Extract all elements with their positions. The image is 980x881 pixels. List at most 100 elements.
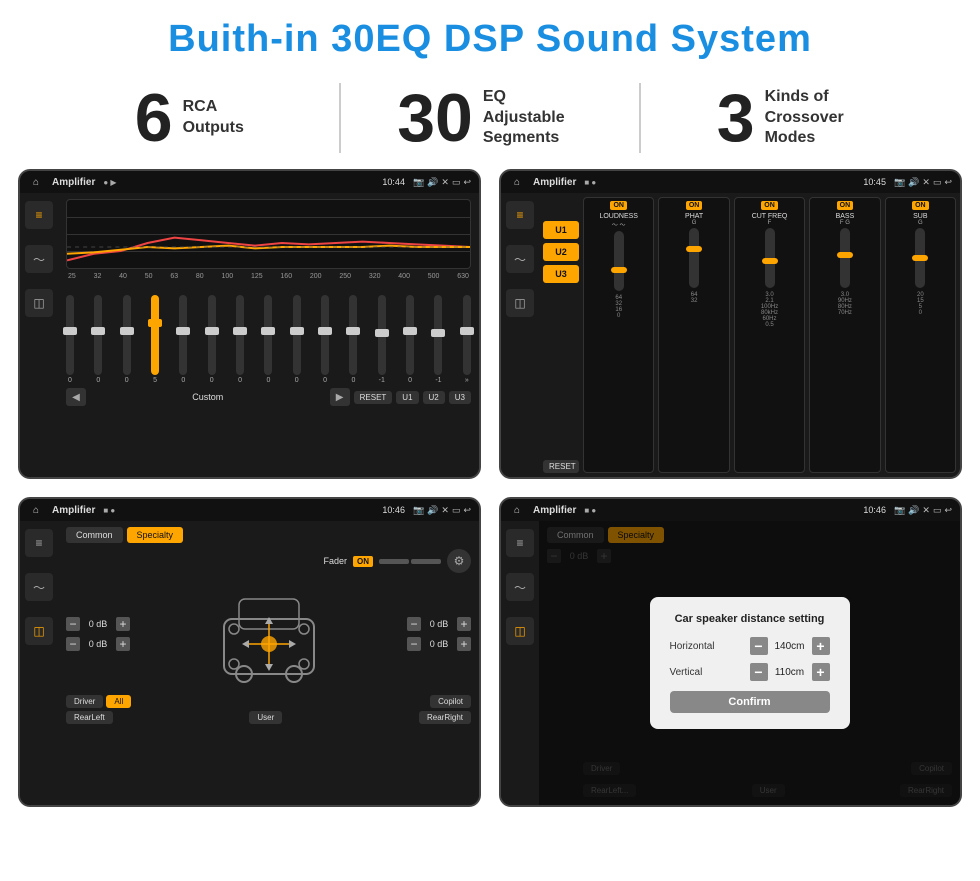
volume-icon-4: 🔊	[908, 505, 919, 516]
eq-next-btn[interactable]: ▶	[330, 388, 350, 406]
eq-slider-12[interactable]: 0	[406, 295, 414, 384]
eq-prev-btn[interactable]: ◀	[66, 388, 86, 406]
eq-slider-3[interactable]: 5	[151, 295, 159, 384]
dist-sidebar-icon-1[interactable]: ≡	[506, 529, 534, 557]
home-icon-3[interactable]: ⌂	[28, 502, 44, 518]
eq-track-2[interactable]	[123, 295, 131, 375]
back-icon-4[interactable]: ↩	[944, 505, 952, 516]
fader-rearleft-btn[interactable]: RearLeft	[66, 711, 113, 724]
eq-track-14[interactable]	[463, 295, 471, 375]
eq-reset-btn[interactable]: RESET	[354, 391, 393, 404]
cutfreq-on-badge[interactable]: ON	[761, 201, 778, 210]
bass-on-badge[interactable]: ON	[837, 201, 854, 210]
dialog-horizontal-plus[interactable]: +	[812, 637, 830, 655]
eq-track-7[interactable]	[264, 295, 272, 375]
fader-rearright-btn[interactable]: RearRight	[419, 711, 471, 724]
eq-track-11[interactable]	[378, 295, 386, 375]
fader-settings-icon[interactable]: ⚙	[447, 549, 471, 573]
eq-sidebar-icon-3[interactable]: ◫	[25, 289, 53, 317]
eq-track-3[interactable]	[151, 295, 159, 375]
back-icon-3[interactable]: ↩	[463, 505, 471, 516]
vol-minus-br[interactable]: −	[407, 637, 421, 651]
eq-slider-13[interactable]: -1	[434, 295, 442, 384]
eq-slider-0[interactable]: 0	[66, 295, 74, 384]
sub-on-badge[interactable]: ON	[912, 201, 929, 210]
eq-track-0[interactable]	[66, 295, 74, 375]
phat-on-badge[interactable]: ON	[686, 201, 703, 210]
dialog-confirm-btn[interactable]: Confirm	[670, 691, 830, 713]
dialog-horizontal-minus[interactable]: −	[750, 637, 768, 655]
dist-sidebar-icon-2[interactable]: 〜	[506, 573, 534, 601]
fader-sidebar-icon-2[interactable]: 〜	[25, 573, 53, 601]
eq-slider-8[interactable]: 0	[293, 295, 301, 384]
eq-track-12[interactable]	[406, 295, 414, 375]
eq-slider-7[interactable]: 0	[264, 295, 272, 384]
sub-slider[interactable]	[915, 228, 925, 288]
home-icon-1[interactable]: ⌂	[28, 174, 44, 190]
bass-slider[interactable]	[840, 228, 850, 288]
eq-track-4[interactable]	[179, 295, 187, 375]
vol-minus-bl[interactable]: −	[66, 637, 80, 651]
cross-u3-btn[interactable]: U3	[543, 265, 579, 283]
eq-track-1[interactable]	[94, 295, 102, 375]
eq-slider-11[interactable]: -1	[378, 295, 386, 384]
back-icon-1[interactable]: ↩	[463, 177, 471, 188]
eq-sidebar-icon-2[interactable]: 〜	[25, 245, 53, 273]
dialog-vertical-plus[interactable]: +	[812, 663, 830, 681]
eq-slider-4[interactable]: 0	[179, 295, 187, 384]
eq-track-6[interactable]	[236, 295, 244, 375]
dist-sidebar-icon-3[interactable]: ◫	[506, 617, 534, 645]
eq-track-9[interactable]	[321, 295, 329, 375]
eq-slider-5[interactable]: 0	[208, 295, 216, 384]
fader-sidebar-icon-1[interactable]: ≡	[25, 529, 53, 557]
eq-slider-1[interactable]: 0	[94, 295, 102, 384]
eq-slider-2[interactable]: 0	[123, 295, 131, 384]
home-icon-4[interactable]: ⌂	[509, 502, 525, 518]
cross-u1-btn[interactable]: U1	[543, 221, 579, 239]
eq-track-5[interactable]	[208, 295, 216, 375]
cross-sidebar-icon-1[interactable]: ≡	[506, 201, 534, 229]
tab-common[interactable]: Common	[66, 527, 123, 543]
cutfreq-slider[interactable]	[765, 228, 775, 288]
vol-minus-tr[interactable]: −	[407, 617, 421, 631]
loudness-slider[interactable]	[614, 231, 624, 291]
eq-u3-btn[interactable]: U3	[449, 391, 471, 404]
eq-track-13[interactable]	[434, 295, 442, 375]
cutfreq-thumb	[762, 258, 778, 264]
eq-sidebar-icon-1[interactable]: ≡	[25, 201, 53, 229]
vol-plus-tr[interactable]: +	[457, 617, 471, 631]
eq-slider-9[interactable]: 0	[321, 295, 329, 384]
vol-plus-tl[interactable]: +	[116, 617, 130, 631]
vol-minus-tl[interactable]: −	[66, 617, 80, 631]
eq-u2-btn[interactable]: U2	[423, 391, 445, 404]
eq-track-8[interactable]	[293, 295, 301, 375]
back-icon-2[interactable]: ↩	[944, 177, 952, 188]
eq-slider-6[interactable]: 0	[236, 295, 244, 384]
freq-80: 80	[196, 273, 204, 280]
cross-sidebar-icon-2[interactable]: 〜	[506, 245, 534, 273]
fader-copilot-btn[interactable]: Copilot	[430, 695, 471, 708]
cross-main: U1 U2 U3 RESET ON LOUDNESS	[539, 193, 960, 477]
home-icon-2[interactable]: ⌂	[509, 174, 525, 190]
fader-on-badge[interactable]: ON	[353, 556, 373, 567]
cross-reset-btn[interactable]: RESET	[543, 460, 579, 473]
tab-specialty[interactable]: Specialty	[127, 527, 184, 543]
eq-slider-10[interactable]: 0	[349, 295, 357, 384]
phat-slider[interactable]	[689, 228, 699, 288]
cross-u2-btn[interactable]: U2	[543, 243, 579, 261]
fader-all-btn[interactable]: All	[106, 695, 131, 708]
fader-driver-btn[interactable]: Driver	[66, 695, 103, 708]
page-title: Buith-in 30EQ DSP Sound System	[0, 0, 980, 73]
loudness-on-badge[interactable]: ON	[610, 201, 627, 210]
cross-sidebar-icon-3[interactable]: ◫	[506, 289, 534, 317]
vol-plus-br[interactable]: +	[457, 637, 471, 651]
cutfreq-title: CUT FREQ	[752, 213, 788, 220]
vol-plus-bl[interactable]: +	[116, 637, 130, 651]
fader-user-btn[interactable]: User	[249, 711, 282, 724]
eq-u1-btn[interactable]: U1	[396, 391, 418, 404]
eq-track-10[interactable]	[349, 295, 357, 375]
dialog-vertical-minus[interactable]: −	[750, 663, 768, 681]
fader-sidebar-icon-3[interactable]: ◫	[25, 617, 53, 645]
eq-slider-14[interactable]: »	[463, 295, 471, 384]
vol-value-tr: 0 dB	[424, 619, 454, 629]
